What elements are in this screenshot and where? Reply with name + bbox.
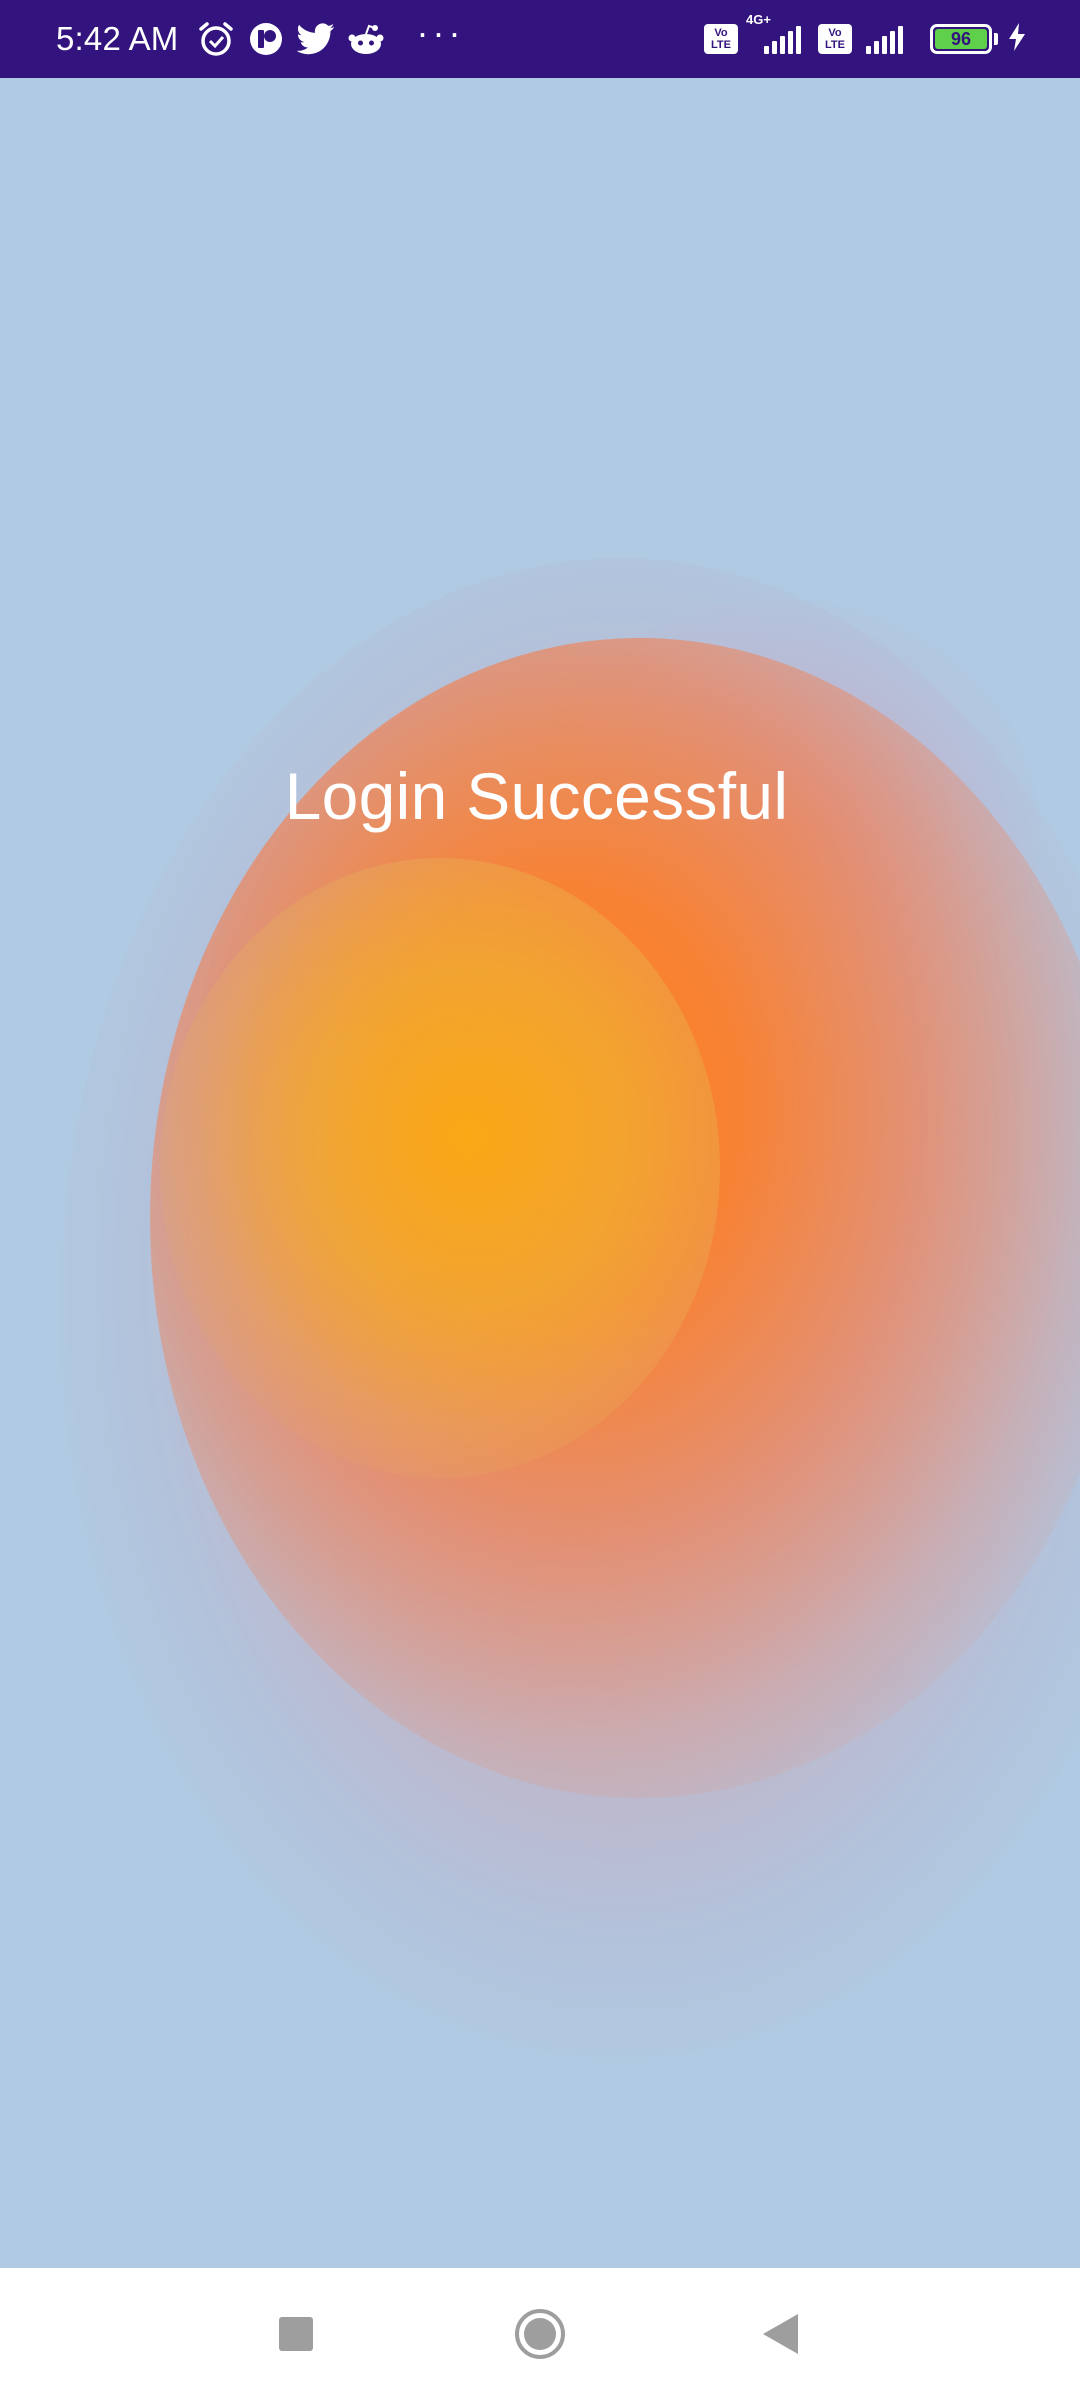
back-button[interactable] [740,2294,820,2374]
status-bar-left: 5:42 AM ··· [56,0,464,78]
status-bar-right: Vo LTE 4G+ Vo LTE 96 [704,0,1026,78]
status-bar: 5:42 AM ··· Vo LTE 4G+ Vo LTE 96 [0,0,1080,78]
battery-level: 96 [935,29,987,49]
back-icon [763,2314,798,2354]
recents-icon [279,2317,313,2351]
battery-icon: 96 [930,24,998,54]
battery-cap [994,33,998,45]
navigation-bar [0,2268,1080,2400]
battery-body: 96 [930,24,992,54]
app-icon [244,17,288,61]
signal-1-icon: 4G+ [746,12,804,54]
charging-bolt-icon [1008,22,1026,56]
alarm-icon [194,17,238,61]
volte-label-bottom: LTE [711,39,731,51]
more-notifications-icon: ··· [416,12,465,53]
home-icon [515,2309,565,2359]
volte-label-bottom-2: LTE [825,39,845,51]
gradient-yellow [160,858,720,1478]
status-time: 5:42 AM [56,20,179,57]
twitter-icon [294,17,338,61]
volte-icon-2: Vo LTE [818,24,852,54]
home-button[interactable] [500,2294,580,2374]
main-content: Login Successful [0,78,1080,2268]
recents-button[interactable] [256,2294,336,2374]
volte-label-top-2: Vo [828,27,842,39]
login-success-message: Login Successful [284,759,789,833]
reddit-icon [344,17,388,61]
signal-bars-2 [866,24,906,54]
network-type-label: 4G+ [746,12,771,27]
volte-label-top: Vo [714,27,728,39]
volte-icon: Vo LTE [704,24,738,54]
signal-bars [764,24,804,54]
signal-2-icon [860,24,906,54]
